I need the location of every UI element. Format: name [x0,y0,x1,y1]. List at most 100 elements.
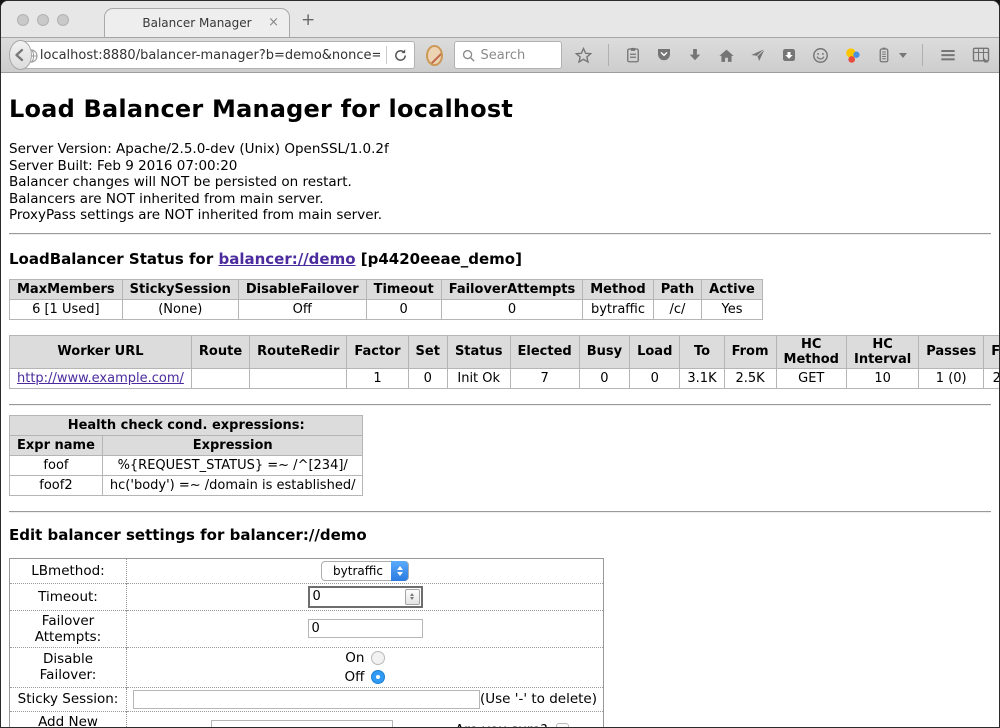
cell-hc-method: GET [776,368,846,388]
search-icon [462,49,475,62]
pocket-button[interactable] [655,46,673,64]
disable-failover-off-radio[interactable] [371,670,385,684]
col-fails: Fails [984,335,1000,368]
server-version-line: Server Version: Apache/2.5.0-dev (Unix) … [9,141,991,158]
sticky-session-input[interactable] [133,690,480,709]
failover-attempts-input[interactable] [308,619,423,638]
lbmethod-select[interactable]: bytraffic [321,561,409,581]
cell-to: 3.1K [680,368,724,388]
cell-hc-interval: 10 [846,368,918,388]
page-content: Load Balancer Manager for localhost Serv… [1,73,999,727]
back-button[interactable] [9,40,32,70]
cell-set: 0 [408,368,447,388]
status-suffix: [p4420eeae_demo] [356,250,522,268]
reload-icon[interactable] [393,48,408,63]
colordots-extension-button[interactable] [843,46,862,65]
pocket-icon [655,46,673,64]
toolbar-divider [608,44,609,66]
lbmethod-row: LBmethod: bytraffic [10,558,604,583]
col-hc-interval: HC Interval [846,335,918,368]
url-bar[interactable]: localhost:8880/balancer-manager?b=demo&n… [17,41,415,69]
col-factor: Factor [347,335,408,368]
cell-expr-name: foof2 [10,475,103,495]
disable-failover-label: Disable Failover: [10,647,127,687]
are-you-sure-checkbox[interactable] [556,723,569,728]
sticky-session-note: (Use '-' to delete) [480,691,597,707]
grid-notes-icon [971,45,991,65]
cell-routeredir [250,368,347,388]
cell-passes: 1 (0) [919,368,984,388]
paper-plane-icon [749,46,767,64]
proxypass-notice-line: ProxyPass settings are NOT inherited fro… [9,207,991,224]
cell-expression: hc('body') =~ /domain is established/ [102,475,363,495]
extension-button[interactable] [780,46,798,64]
tab-balancer-manager[interactable]: Balancer Manager × [104,8,290,37]
loadbalancer-status-heading: LoadBalancer Status for balancer://demo … [9,250,991,268]
col-maxmembers: MaxMembers [10,279,123,299]
screenshot-tool-button[interactable] [971,45,991,65]
col-load: Load [630,335,680,368]
url-text[interactable]: localhost:8880/balancer-manager?b=demo&n… [40,48,380,63]
star-icon [574,46,593,65]
col-busy: Busy [579,335,629,368]
col-active: Active [702,279,763,299]
cell-load: 0 [630,368,680,388]
content-blocked-icon[interactable] [426,45,443,66]
downloads-button[interactable] [686,46,704,64]
cell-stickysession: (None) [122,299,238,319]
balancer-demo-link[interactable]: balancer://demo [218,250,355,268]
timeout-row: Timeout: [10,583,604,610]
chevron-down-icon[interactable] [899,53,907,58]
col-expression: Expression [102,435,363,455]
number-spinner-icon[interactable] [405,589,420,605]
minimize-window-button[interactable] [37,14,49,26]
cell-factor: 1 [347,368,408,388]
health-table-title: Health check cond. expressions: [10,415,363,435]
bookmark-star-button[interactable] [574,46,593,65]
battery-extension-button[interactable] [875,46,893,64]
col-route: Route [191,335,249,368]
divider [9,511,991,513]
disable-failover-row: Disable Failover: On Off [10,647,604,687]
reading-list-button[interactable] [624,46,642,64]
sticky-session-row: Sticky Session: (Use '-' to delete) [10,687,604,711]
add-worker-input[interactable] [211,720,393,728]
cell-active: Yes [702,299,763,319]
menu-button[interactable] [938,45,958,65]
timeout-label: Timeout: [10,583,127,610]
worker-row: http://www.example.com/ 1 0 Init Ok 7 0 … [10,368,1000,388]
new-tab-button[interactable]: + [301,10,315,30]
timeout-input-wrap [308,586,423,608]
home-icon [717,46,736,65]
edit-settings-heading: Edit balancer settings for balancer://de… [9,526,991,544]
timeout-input[interactable] [310,589,405,604]
battery-icon [875,46,893,64]
health-row: foof2 hc('body') =~ /domain is establish… [10,475,363,495]
zoom-window-button[interactable] [57,14,69,26]
download-arrow-icon [686,46,704,64]
status-prefix: LoadBalancer Status for [9,250,218,268]
tab-close-icon[interactable]: × [268,15,279,30]
tab-title: Balancer Manager [142,16,251,30]
server-built-line: Server Built: Feb 9 2016 07:00:20 [9,158,991,175]
table-header-row: Worker URL Route RouteRedir Factor Set S… [10,335,1000,368]
search-bar[interactable]: Search [454,41,562,69]
navigation-toolbar: localhost:8880/balancer-manager?b=demo&n… [1,37,999,73]
add-worker-row: Add New Worker: Are you sure? [10,711,604,728]
disable-failover-on-radio[interactable] [371,651,385,665]
col-expr-name: Expr name [10,435,103,455]
worker-url-link[interactable]: http://www.example.com/ [17,371,184,386]
feedback-button[interactable] [811,46,830,65]
color-dots-icon [843,46,862,65]
box-download-icon [780,46,798,64]
cell-timeout: 0 [366,299,441,319]
cell-path: /c/ [653,299,701,319]
send-tab-button[interactable] [749,46,767,64]
persist-notice-line: Balancer changes will NOT be persisted o… [9,174,991,191]
col-elected: Elected [510,335,579,368]
health-check-table: Health check cond. expressions: Expr nam… [9,415,363,496]
col-stickysession: StickySession [122,279,238,299]
table-row: 6 [1 Used] (None) Off 0 0 bytraffic /c/ … [10,299,763,319]
close-window-button[interactable] [17,14,29,26]
home-button[interactable] [717,46,736,65]
